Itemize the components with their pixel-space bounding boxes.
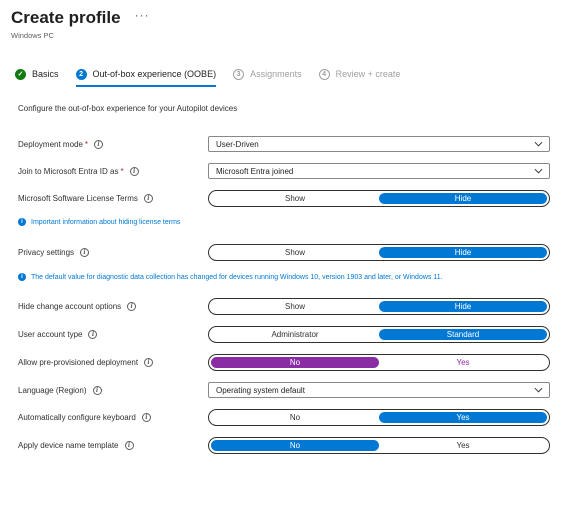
language-row: Language (Region) i Operating system def… <box>18 382 550 398</box>
device-name-template-label: Apply device name template <box>18 440 119 450</box>
user-account-type-toggle: Administrator Standard <box>208 326 550 343</box>
info-icon[interactable]: i <box>129 166 139 176</box>
privacy-show-option[interactable]: Show <box>211 247 379 258</box>
pre-provisioned-yes-option[interactable]: Yes <box>379 357 547 368</box>
license-info-banner: i Important information about hiding lic… <box>18 218 180 226</box>
step-number: 3 <box>233 68 245 80</box>
wizard-steps: ✓ Basics 2 Out-of-box experience (OOBE) … <box>15 66 417 87</box>
page-subtitle: Windows PC <box>11 31 54 40</box>
pre-provisioned-row: Allow pre-provisioned deployment i No Ye… <box>18 354 550 371</box>
auto-keyboard-yes-option[interactable]: Yes <box>379 412 547 423</box>
user-account-type-label: User account type <box>18 329 83 339</box>
join-entra-value: Microsoft Entra joined <box>216 166 294 176</box>
required-marker: * <box>84 139 89 149</box>
license-terms-toggle: Show Hide <box>208 190 550 207</box>
info-icon[interactable]: i <box>144 357 154 367</box>
auto-keyboard-toggle: No Yes <box>208 409 550 426</box>
step-number: 2 <box>75 68 87 80</box>
info-icon[interactable]: i <box>124 440 134 450</box>
device-name-template-yes-option[interactable]: Yes <box>379 440 547 451</box>
hide-change-account-row: Hide change account options i Show Hide <box>18 298 550 315</box>
info-icon[interactable]: i <box>80 247 90 257</box>
step-label: Out-of-box experience (OOBE) <box>92 69 217 79</box>
chevron-down-icon <box>534 141 543 147</box>
chevron-down-icon <box>534 168 543 174</box>
join-entra-row: Join to Microsoft Entra ID as * i Micros… <box>18 163 550 179</box>
privacy-hide-option[interactable]: Hide <box>379 247 547 258</box>
join-entra-dropdown[interactable]: Microsoft Entra joined <box>208 163 550 179</box>
info-icon[interactable]: i <box>143 193 153 203</box>
auto-keyboard-no-option[interactable]: No <box>211 412 379 423</box>
join-entra-label: Join to Microsoft Entra ID as <box>18 166 119 176</box>
user-account-type-row: User account type i Administrator Standa… <box>18 326 550 343</box>
deployment-mode-label: Deployment mode <box>18 139 83 149</box>
hide-change-account-label: Hide change account options <box>18 301 122 311</box>
step-label: Assignments <box>250 69 302 79</box>
deployment-mode-row: Deployment mode * i User-Driven <box>18 136 550 152</box>
auto-keyboard-label: Automatically configure keyboard <box>18 412 136 422</box>
privacy-info-text: The default value for diagnostic data co… <box>31 273 443 281</box>
required-marker: * <box>120 166 124 176</box>
license-info-link[interactable]: Important information about hiding licen… <box>31 219 180 226</box>
step-basics[interactable]: ✓ Basics <box>15 66 59 82</box>
hide-change-account-toggle: Show Hide <box>208 298 550 315</box>
info-icon: i <box>18 218 26 226</box>
language-dropdown[interactable]: Operating system default <box>208 382 550 398</box>
license-terms-row: Microsoft Software License Terms i Show … <box>18 190 550 207</box>
privacy-label: Privacy settings <box>18 247 75 257</box>
step-label: Basics <box>32 69 59 79</box>
pre-provisioned-label: Allow pre-provisioned deployment <box>18 357 139 367</box>
administrator-option[interactable]: Administrator <box>211 329 379 340</box>
device-name-template-toggle: No Yes <box>208 437 550 454</box>
license-hide-option[interactable]: Hide <box>379 193 547 204</box>
pre-provisioned-toggle: No Yes <box>208 354 550 371</box>
step-number: 4 <box>318 68 330 80</box>
device-name-template-no-option[interactable]: No <box>211 440 379 451</box>
hide-change-account-hide-option[interactable]: Hide <box>379 301 547 312</box>
step-oobe[interactable]: 2 Out-of-box experience (OOBE) <box>75 66 217 87</box>
page-header: Create profile ··· Windows PC <box>11 8 150 40</box>
intro-text: Configure the out-of-box experience for … <box>18 104 238 113</box>
privacy-info-banner: i The default value for diagnostic data … <box>18 273 443 281</box>
privacy-toggle: Show Hide <box>208 244 550 261</box>
device-name-template-row: Apply device name template i No Yes <box>18 437 550 454</box>
info-icon[interactable]: i <box>141 412 151 422</box>
license-show-option[interactable]: Show <box>211 193 379 204</box>
hide-change-account-show-option[interactable]: Show <box>211 301 379 312</box>
language-value: Operating system default <box>216 385 305 395</box>
standard-option[interactable]: Standard <box>379 329 547 340</box>
info-icon[interactable]: i <box>92 385 102 395</box>
auto-keyboard-row: Automatically configure keyboard i No Ye… <box>18 409 550 426</box>
check-icon: ✓ <box>15 68 26 80</box>
step-label: Review + create <box>335 69 401 79</box>
language-label: Language (Region) <box>18 385 87 395</box>
info-icon: i <box>18 273 26 281</box>
license-terms-label: Microsoft Software License Terms <box>18 193 138 203</box>
deployment-mode-value: User-Driven <box>216 139 259 149</box>
info-icon[interactable]: i <box>94 139 104 149</box>
page-title: Create profile <box>11 8 121 27</box>
step-review-create[interactable]: 4 Review + create <box>318 66 401 82</box>
step-assignments[interactable]: 3 Assignments <box>233 66 302 82</box>
deployment-mode-dropdown[interactable]: User-Driven <box>208 136 550 152</box>
info-icon[interactable]: i <box>127 301 137 311</box>
more-options-button[interactable]: ··· <box>135 8 150 22</box>
info-icon[interactable]: i <box>88 329 98 339</box>
privacy-row: Privacy settings i Show Hide <box>18 244 550 261</box>
chevron-down-icon <box>534 387 543 393</box>
pre-provisioned-no-option[interactable]: No <box>211 357 379 368</box>
